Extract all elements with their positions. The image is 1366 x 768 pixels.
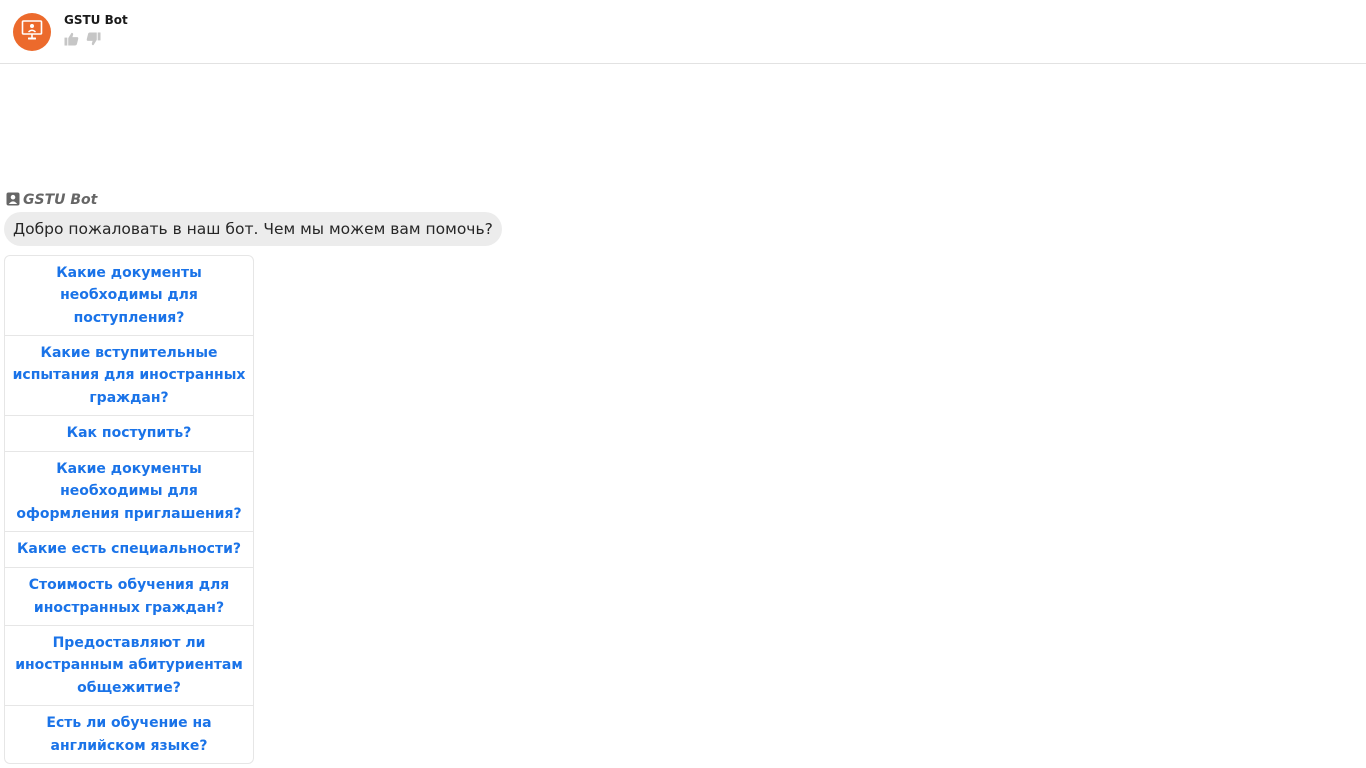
message-sender: GSTU Bot [6,192,97,208]
quick-reply-list: Какие документы необходимы для поступлен… [4,255,254,764]
bot-name: GSTU Bot [64,13,128,27]
quick-reply-option[interactable]: Предоставляют ли иностранным абитуриента… [5,626,253,706]
quick-reply-option[interactable]: Какие вступительные испытания для иностр… [5,336,253,416]
chat-header: GSTU Bot [0,0,1366,64]
quick-reply-option[interactable]: Какие есть специальности? [5,532,253,568]
user-badge-icon [6,191,20,210]
quick-reply-option[interactable]: Есть ли обучение на английском языке? [5,706,253,763]
thumbs-up-icon[interactable] [63,31,79,47]
sender-name: GSTU Bot [23,192,98,208]
message-bubble: Добро пожаловать в наш бот. Чем мы можем… [4,212,502,246]
quick-reply-option[interactable]: Как поступить? [5,416,253,452]
thumbs-down-icon[interactable] [85,31,101,47]
quick-reply-option[interactable]: Какие документы необходимы для оформлени… [5,452,253,532]
bot-avatar [13,13,51,51]
quick-reply-option[interactable]: Какие документы необходимы для поступлен… [5,256,253,336]
quick-reply-option[interactable]: Стоимость обучения для иностранных гражд… [5,568,253,626]
presentation-screen-icon [20,18,44,46]
rating-controls [63,31,101,47]
